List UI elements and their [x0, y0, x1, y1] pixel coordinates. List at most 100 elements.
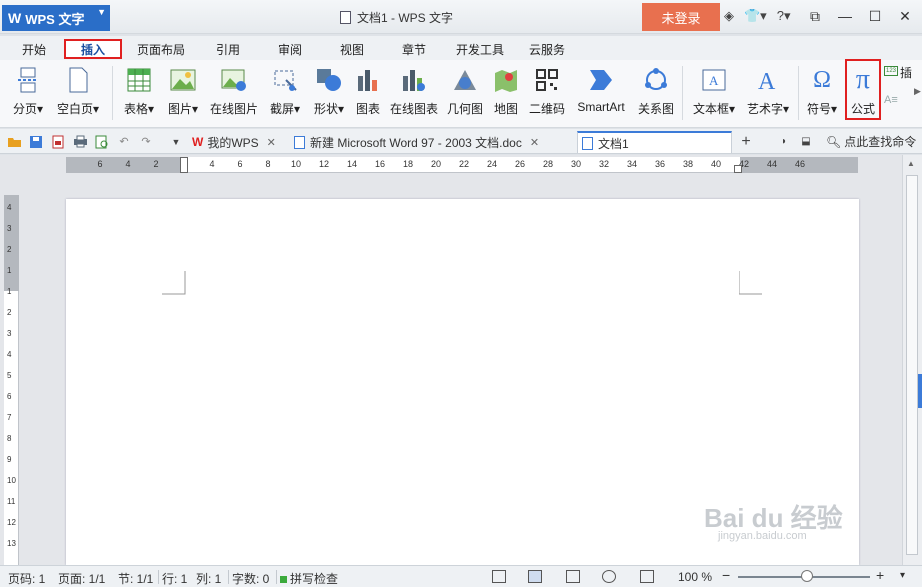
page-break-button[interactable]: 分页▾	[8, 64, 48, 124]
online-picture-button[interactable]: 在线图片	[208, 64, 260, 124]
tab-view[interactable]: 视图	[332, 39, 372, 59]
qrcode-button[interactable]: 二维码	[526, 64, 568, 124]
blank-page-button[interactable]: 空白页▾	[52, 64, 104, 124]
shirt-icon[interactable]: 👕▾	[744, 8, 767, 24]
ruler-number: 4	[125, 159, 131, 169]
status-words: 字数: 0	[232, 572, 270, 586]
print-preview-icon[interactable]	[94, 134, 110, 149]
redo-icon[interactable]: ↷	[138, 134, 154, 149]
doctab-doc1[interactable]: 文档1	[577, 131, 732, 153]
app-menu-button[interactable]: W WPS 文字 ▼	[2, 5, 110, 31]
app-name: WPS 文字	[25, 11, 85, 27]
ribbon-extra-label[interactable]: 插	[900, 64, 912, 81]
tab-insert[interactable]: 插入	[64, 39, 122, 59]
tab-start[interactable]: 开始	[14, 39, 54, 59]
outline-view-icon[interactable]	[566, 570, 580, 583]
close-icon[interactable]: ✕	[890, 4, 920, 28]
textbox-button[interactable]: A 文本框▾	[688, 64, 740, 124]
undo-icon[interactable]: ↶	[116, 134, 132, 149]
vertical-ruler-number: 1	[7, 287, 12, 296]
print-icon[interactable]	[72, 134, 88, 149]
text-format-icon[interactable]: A≡	[884, 94, 898, 106]
eye-protection-icon[interactable]	[640, 570, 654, 583]
tab-list-icon[interactable]: ◗	[776, 134, 792, 149]
blank-page-label: 空白页	[56, 102, 93, 116]
geometry-button[interactable]: 几何图	[446, 64, 484, 124]
scroll-thumb[interactable]	[906, 175, 918, 555]
restore-icon[interactable]: ⧉	[800, 4, 830, 28]
fullscreen-view-icon[interactable]	[492, 570, 506, 583]
wordart-label: 艺术字	[746, 102, 783, 116]
tab-page-layout[interactable]: 页面布局	[132, 39, 190, 59]
export-pdf-icon[interactable]	[50, 134, 66, 149]
login-button[interactable]: 未登录	[642, 3, 720, 31]
vertical-ruler-number: 3	[7, 224, 12, 233]
tab-developer[interactable]: 开发工具	[450, 39, 510, 59]
new-tab-icon[interactable]: +	[738, 133, 754, 150]
zoom-out-icon[interactable]: −	[722, 567, 730, 583]
status-page-number: 页码: 1	[8, 572, 46, 586]
doctab-my-wps[interactable]: W 我的WPS ✕	[188, 131, 280, 153]
status-menu-icon[interactable]: ▾	[900, 570, 905, 581]
doctab-label: 新建 Microsoft Word 97 - 2003 文档.doc	[310, 135, 522, 150]
close-icon[interactable]: ✕	[267, 136, 276, 149]
baidu-watermark-url: jingyan.baidu.com	[718, 530, 807, 542]
symbol-button[interactable]: Ω 符号▾	[802, 64, 842, 124]
save-icon[interactable]	[28, 134, 44, 149]
spell-check-button[interactable]: 拼写检查	[280, 570, 338, 587]
doctab-label: 文档1	[598, 136, 629, 151]
relation-label: 关系图	[637, 102, 674, 116]
relation-icon	[643, 66, 669, 94]
shield-icon[interactable]: ◈	[724, 8, 734, 24]
page-view-icon[interactable]	[528, 570, 542, 583]
map-button[interactable]: 地图	[490, 64, 522, 124]
ribbon-scroll-right[interactable]: ▶	[914, 86, 921, 97]
zoom-in-icon[interactable]: +	[876, 567, 884, 583]
shape-label: 形状	[313, 102, 338, 116]
relation-button[interactable]: 关系图	[636, 64, 676, 124]
tab-chapter[interactable]: 章节	[394, 39, 434, 59]
scroll-up-icon[interactable]: ▲	[907, 159, 915, 168]
quick-access-dropdown-icon[interactable]: ▼	[168, 134, 184, 149]
geometry-label: 几何图	[446, 102, 483, 116]
horizontal-ruler[interactable]: 6422468101214161820222426283032343638404…	[66, 157, 858, 173]
search-command[interactable]: 🔍︎ 点此查找命令	[826, 133, 916, 150]
shape-button[interactable]: 形状▾	[308, 64, 350, 124]
doctab-word-doc[interactable]: 新建 Microsoft Word 97 - 2003 文档.doc ✕	[290, 131, 543, 153]
tab-cloud[interactable]: 云服务	[522, 39, 572, 59]
svg-text:A: A	[709, 73, 719, 88]
web-view-icon[interactable]	[602, 570, 616, 583]
tab-references[interactable]: 引用	[208, 39, 248, 59]
field-icon[interactable]: 123	[884, 66, 898, 76]
tab-menu-icon[interactable]: ⬓	[798, 134, 814, 149]
minimize-icon[interactable]: —	[830, 4, 860, 28]
search-command-label: 点此查找命令	[844, 135, 917, 149]
smartart-button[interactable]: SmartArt	[572, 64, 630, 124]
online-chart-button[interactable]: 在线图表	[386, 64, 442, 124]
vertical-ruler-number: 2	[7, 308, 12, 317]
quick-access-bar: ↶ ↷ ▼ W 我的WPS ✕ 新建 Microsoft Word 97 - 2…	[0, 129, 922, 154]
chart-button[interactable]: 图表	[352, 64, 384, 124]
online-chart-label: 在线图表	[389, 102, 438, 116]
right-indent-marker-icon[interactable]	[734, 165, 742, 173]
vertical-ruler-number: 10	[7, 476, 16, 485]
maximize-icon[interactable]: ☐	[860, 4, 890, 28]
table-button[interactable]: 表格▾	[118, 64, 160, 124]
search-icon: 🔍︎	[826, 134, 842, 149]
close-icon[interactable]: ✕	[530, 136, 539, 149]
help-icon[interactable]: ?▾	[777, 8, 791, 24]
status-separator	[276, 570, 277, 584]
vertical-ruler[interactable]: 4 3 2 1 1 2 3 4 5 6 7 8 9 10 11 12 13	[4, 195, 19, 565]
title-bar: W WPS 文字 ▼ 文档1 - WPS 文字 未登录 ◈ 👕▾ ?▾ ⧉ — …	[0, 0, 922, 34]
screenshot-button[interactable]: 截屏▾	[264, 64, 306, 124]
vertical-scrollbar[interactable]: ▲	[902, 155, 922, 565]
tab-review[interactable]: 审阅	[270, 39, 310, 59]
indent-marker-icon[interactable]	[180, 157, 188, 173]
ruler-number: 28	[542, 159, 554, 169]
picture-button[interactable]: 图片▾	[162, 64, 204, 124]
zoom-slider-knob[interactable]	[801, 570, 813, 582]
wordart-button[interactable]: A 艺术字▾	[742, 64, 794, 124]
open-folder-icon[interactable]	[6, 134, 22, 149]
ribbon-separator	[798, 66, 799, 120]
zoom-level[interactable]: 100 %	[678, 570, 712, 584]
